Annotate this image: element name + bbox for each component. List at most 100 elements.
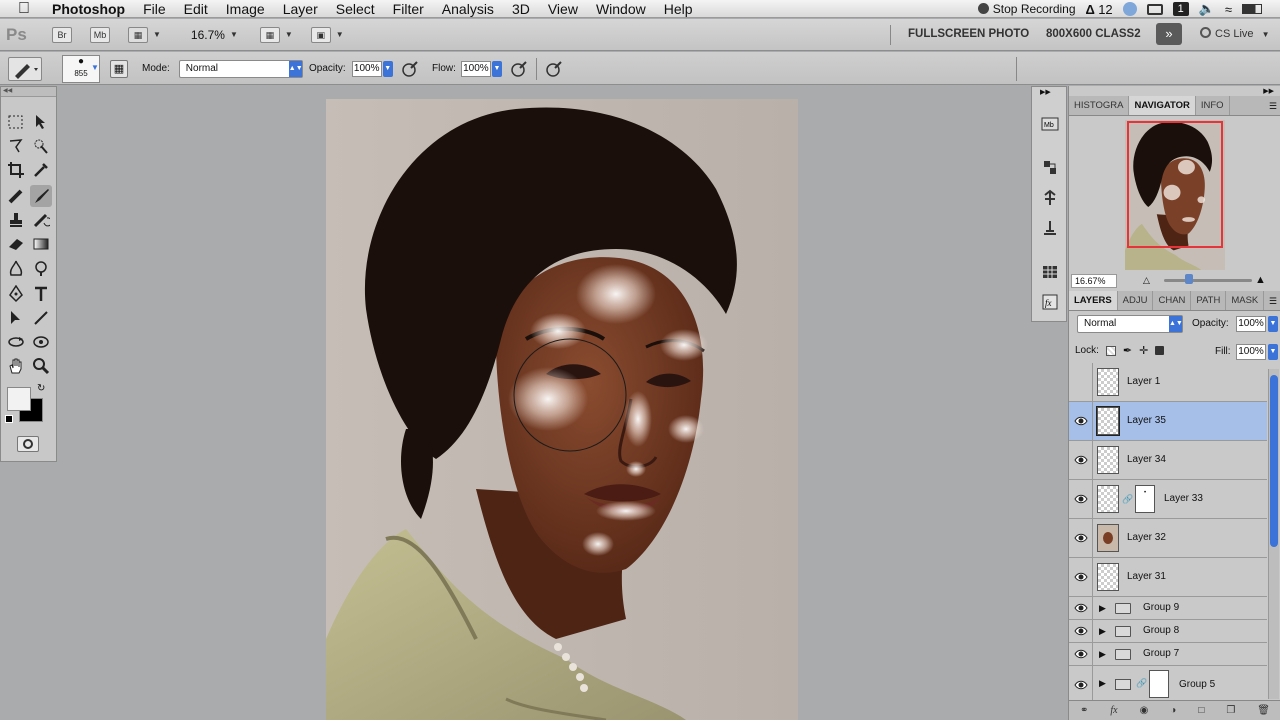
layer-opacity-input[interactable]: 100% [1236, 316, 1266, 332]
layer-row-group-5[interactable]: ▶ 🔗 Group 5 [1069, 666, 1267, 703]
zoom-level[interactable]: 16.7% [191, 28, 225, 42]
menu-app-name[interactable]: Photoshop [52, 1, 125, 17]
spaces-badge[interactable]: 1 [1172, 2, 1189, 16]
arrange-documents-button[interactable]: ▦ [259, 26, 280, 43]
menu-select[interactable]: Select [336, 1, 375, 17]
expand-group-icon[interactable]: ▶ [1099, 603, 1106, 614]
menu-layer[interactable]: Layer [283, 1, 318, 17]
styles-panel-icon[interactable]: fx [1039, 291, 1061, 313]
menu-file[interactable]: File [143, 1, 166, 17]
lock-image-icon[interactable]: ✒ [1123, 344, 1132, 357]
layer-row-layer-35[interactable]: Layer 35 [1069, 402, 1267, 441]
menu-edit[interactable]: Edit [184, 1, 208, 17]
pen-tool-icon[interactable] [5, 283, 27, 305]
navigator-zoom-slider-knob[interactable] [1185, 274, 1193, 284]
sync-icon[interactable] [1122, 2, 1137, 16]
tab-paths[interactable]: PATH [1191, 291, 1227, 310]
add-mask-icon[interactable]: ◉ [1140, 705, 1149, 716]
layer-style-icon[interactable]: fx [1110, 705, 1117, 716]
layers-scrollbar[interactable] [1268, 369, 1279, 699]
line-tool-icon[interactable] [30, 307, 52, 329]
flow-caret-icon[interactable]: ▼ [491, 60, 502, 77]
quick-mask-button[interactable] [17, 436, 39, 452]
3d-rotate-tool-icon[interactable] [5, 331, 27, 353]
layer-row-group-8[interactable]: ▶ Group 8 [1069, 620, 1267, 643]
cs-live-button[interactable]: CS Live ▼ [1200, 27, 1270, 40]
layers-scrollbar-thumb[interactable] [1270, 375, 1278, 547]
menu-filter[interactable]: Filter [393, 1, 424, 17]
menu-image[interactable]: Image [226, 1, 265, 17]
marquee-tool-icon[interactable] [5, 111, 27, 133]
layer-blend-mode-select[interactable]: Normal ▲▼ [1077, 315, 1183, 333]
layer-opacity-caret-icon[interactable]: ▼ [1268, 316, 1278, 332]
view-extras-button[interactable]: ▦ [128, 26, 148, 43]
layers-menu-icon[interactable]: ☰ [1269, 291, 1280, 310]
strip-collapse-icon[interactable]: ▶▶ [1040, 88, 1051, 96]
delete-layer-icon[interactable]: 🗑 [1257, 705, 1270, 716]
tool-preset-picker[interactable] [8, 57, 42, 81]
layer-visibility-toggle[interactable] [1069, 402, 1093, 440]
lock-transparent-icon[interactable] [1105, 345, 1116, 356]
menu-analysis[interactable]: Analysis [442, 1, 494, 17]
layer-row-layer-31[interactable]: Layer 31 [1069, 558, 1267, 597]
toolbox-header[interactable]: ◀◀ [1, 87, 56, 97]
actions-panel-icon[interactable] [1039, 187, 1061, 209]
layer-row-layer-32[interactable]: Layer 32 [1069, 519, 1267, 558]
zoom-tool-icon[interactable] [30, 355, 52, 377]
screen-mode-caret-icon[interactable]: ▼ [336, 30, 344, 39]
layer-row-layer-1[interactable]: Layer 1 [1069, 363, 1267, 402]
brush-tool-icon[interactable] [30, 185, 52, 207]
3d-orbit-tool-icon[interactable] [30, 331, 52, 353]
fill-input[interactable]: 100% [1236, 344, 1266, 360]
clone-stamp-tool-icon[interactable] [5, 209, 27, 231]
tool-presets-panel-icon[interactable] [1039, 217, 1061, 239]
move-tool-icon[interactable] [30, 111, 52, 133]
navigator-zoom-slider[interactable] [1164, 279, 1252, 282]
apple-icon[interactable]:  [18, 0, 38, 18]
expand-group-icon[interactable]: ▶ [1099, 649, 1106, 660]
screen-mode-button[interactable]: ▣ [310, 26, 331, 43]
quick-selection-tool-icon[interactable] [30, 135, 52, 157]
link-layers-icon[interactable]: ⚭ [1080, 705, 1088, 716]
layer-row-layer-33[interactable]: 🔗 • Layer 33 [1069, 480, 1267, 519]
type-tool-icon[interactable] [30, 283, 52, 305]
arrange-caret-icon[interactable]: ▼ [285, 30, 293, 39]
airbrush-icon[interactable] [510, 60, 528, 78]
adobe-updates[interactable]: Δ 12 [1086, 2, 1113, 17]
healing-brush-tool-icon[interactable] [5, 185, 27, 207]
brush-preset-caret-icon[interactable]: ▼ [91, 63, 99, 72]
tab-channels[interactable]: CHAN [1153, 291, 1192, 310]
new-group-icon[interactable]: □ [1198, 705, 1204, 716]
stop-recording-button[interactable]: Stop Recording [977, 2, 1076, 16]
history-panel-icon[interactable] [1039, 157, 1061, 179]
blur-tool-icon[interactable] [5, 257, 27, 279]
mode-select[interactable]: Normal ▲▼ [178, 59, 303, 78]
menu-help[interactable]: Help [664, 1, 693, 17]
wifi-icon[interactable]: ≈ [1225, 2, 1232, 17]
workspace-800x600-class2[interactable]: 800X600 CLASS2 [1046, 28, 1141, 40]
pressure-opacity-icon[interactable] [401, 60, 419, 78]
layer-row-group-9[interactable]: ▶ Group 9 [1069, 597, 1267, 620]
navigator-view-box[interactable] [1127, 121, 1223, 248]
more-workspaces-button[interactable]: » [1156, 23, 1182, 45]
layer-visibility-toggle[interactable] [1069, 441, 1093, 479]
layer-visibility-toggle[interactable] [1069, 643, 1093, 665]
swap-colors-icon[interactable]: ↻ [37, 383, 45, 394]
navigator-zoom-input[interactable]: 16.67% [1071, 274, 1117, 288]
tab-layers[interactable]: LAYERS [1069, 291, 1118, 310]
adjustment-layer-icon[interactable]: ◑ [1170, 705, 1176, 716]
minibridge-panel-icon[interactable]: Mb [1039, 113, 1061, 135]
workspace-fullscreen-photo[interactable]: FULLSCREEN PHOTO [908, 28, 1029, 40]
eraser-tool-icon[interactable] [5, 233, 27, 255]
view-extras-caret-icon[interactable]: ▼ [153, 30, 161, 39]
volume-icon[interactable]: 🔈 [1199, 1, 1215, 17]
layer-row-layer-34[interactable]: Layer 34 [1069, 441, 1267, 480]
layer-mask-thumbnail[interactable]: • [1135, 485, 1155, 513]
zoom-caret-icon[interactable]: ▼ [230, 30, 238, 39]
tab-histogram[interactable]: HISTOGRA [1069, 96, 1130, 115]
opacity-caret-icon[interactable]: ▼ [382, 60, 393, 77]
swatches-panel-icon[interactable] [1039, 261, 1061, 283]
toggle-brush-panel-button[interactable]: ▦ [110, 60, 128, 78]
bridge-button[interactable]: Br [52, 26, 72, 43]
layer-visibility-toggle[interactable] [1069, 597, 1093, 619]
